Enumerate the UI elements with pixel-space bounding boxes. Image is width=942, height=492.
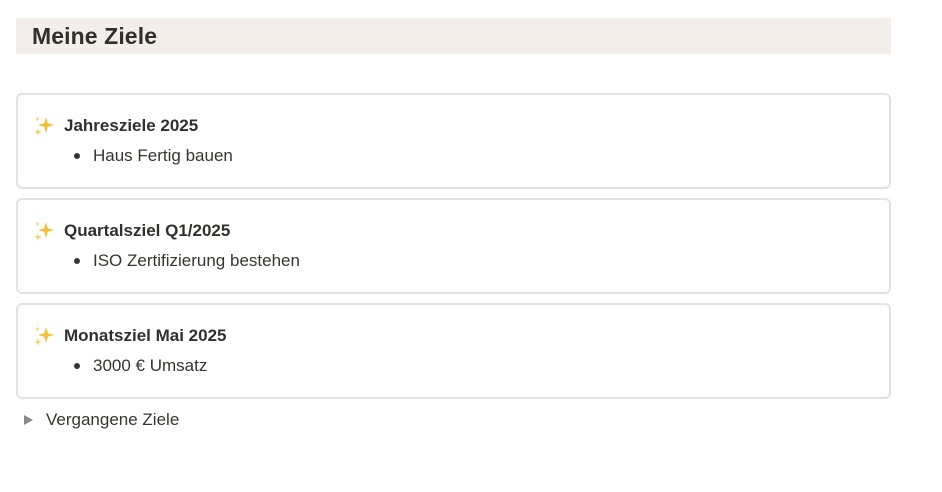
section-heading[interactable]: Meine Ziele <box>16 18 891 54</box>
bullet-icon <box>74 363 80 369</box>
callout-header: Jahresziele 2025 <box>32 114 198 138</box>
list-item[interactable]: ISO Zertifizierung bestehen <box>74 251 300 271</box>
list-item[interactable]: Haus Fertig bauen <box>74 146 233 166</box>
sparkles-icon[interactable] <box>32 114 56 138</box>
callout-title: Jahresziele 2025 <box>64 116 199 135</box>
callout-title: Monatsziel Mai 2025 <box>64 326 227 345</box>
notion-page: Meine Ziele Jahresziele 2025 Haus Fertig… <box>0 0 942 492</box>
bullet-icon <box>74 258 80 264</box>
callout-header: Monatsziel Mai 2025 <box>32 324 227 348</box>
triangle-right-icon[interactable] <box>24 415 33 425</box>
sparkles-icon[interactable] <box>32 324 56 348</box>
list-item-text: ISO Zertifizierung bestehen <box>93 251 300 270</box>
toggle-label: Vergangene Ziele <box>46 410 180 429</box>
goal-callout-yearly[interactable]: Jahresziele 2025 Haus Fertig bauen <box>16 93 891 189</box>
bullet-icon <box>74 153 80 159</box>
sparkles-icon[interactable] <box>32 219 56 243</box>
list-item-text: 3000 € Umsatz <box>93 356 208 375</box>
list-item-text: Haus Fertig bauen <box>93 146 233 165</box>
goal-callout-monthly[interactable]: Monatsziel Mai 2025 3000 € Umsatz <box>16 303 891 399</box>
past-goals-toggle[interactable]: Vergangene Ziele <box>24 410 179 430</box>
goal-callout-quarterly[interactable]: Quartalsziel Q1/2025 ISO Zertifizierung … <box>16 198 891 294</box>
section-title: Meine Ziele <box>32 22 158 49</box>
list-item[interactable]: 3000 € Umsatz <box>74 356 207 376</box>
callout-title: Quartalsziel Q1/2025 <box>64 221 231 240</box>
callout-header: Quartalsziel Q1/2025 <box>32 219 230 243</box>
